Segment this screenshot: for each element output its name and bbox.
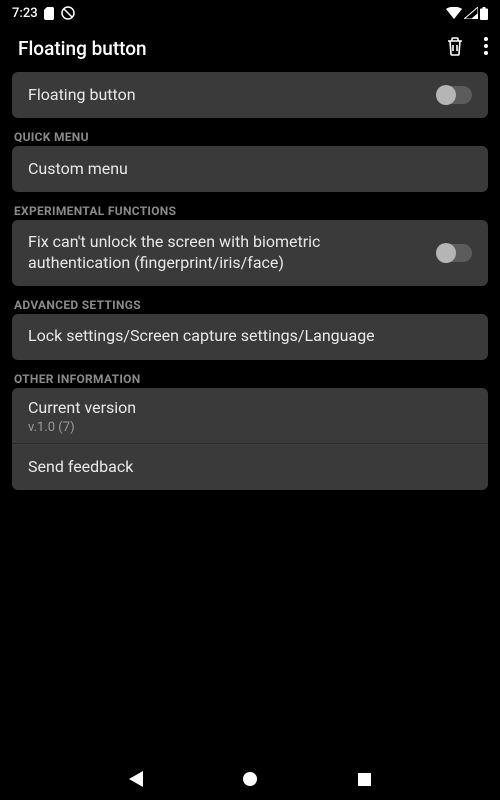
recent-apps-button[interactable] bbox=[352, 767, 376, 791]
biometric-fix-label: Fix can't unlock the screen with biometr… bbox=[28, 232, 426, 274]
do-not-disturb-icon bbox=[61, 6, 75, 20]
status-left: 7:23 bbox=[12, 6, 75, 21]
section-header-quick-menu: QUICK MENU bbox=[12, 124, 488, 146]
status-bar: 7:23 bbox=[0, 0, 500, 24]
biometric-fix-switch[interactable] bbox=[438, 244, 472, 262]
signal-icon bbox=[464, 7, 478, 19]
sd-card-icon bbox=[44, 7, 55, 20]
floating-button-card: Floating button bbox=[12, 72, 488, 118]
other-info-card: Current version v.1.0 (7) Send feedback bbox=[12, 388, 488, 491]
section-header-advanced: ADVANCED SETTINGS bbox=[12, 292, 488, 314]
current-version-value: v.1.0 (7) bbox=[28, 420, 460, 435]
navigation-bar bbox=[0, 758, 500, 800]
floating-button-row[interactable]: Floating button bbox=[12, 72, 488, 118]
app-bar: Floating button bbox=[0, 24, 500, 72]
floating-button-label: Floating button bbox=[28, 85, 426, 106]
send-feedback-label: Send feedback bbox=[28, 457, 460, 478]
wifi-icon bbox=[446, 7, 462, 19]
content: Floating button QUICK MENU Custom menu E… bbox=[0, 72, 500, 490]
more-icon[interactable] bbox=[484, 37, 488, 59]
current-version-label: Current version bbox=[28, 398, 460, 419]
home-button[interactable] bbox=[238, 767, 262, 791]
status-right bbox=[446, 7, 488, 20]
app-bar-actions bbox=[446, 36, 488, 60]
custom-menu-label: Custom menu bbox=[28, 159, 460, 180]
lock-settings-row[interactable]: Lock settings/Screen capture settings/La… bbox=[12, 314, 488, 360]
send-feedback-row[interactable]: Send feedback bbox=[12, 444, 488, 490]
quick-menu-card: Custom menu bbox=[12, 146, 488, 192]
section-header-other-info: OTHER INFORMATION bbox=[12, 366, 488, 388]
section-header-experimental: EXPERIMENTAL FUNCTIONS bbox=[12, 198, 488, 220]
battery-icon bbox=[480, 7, 488, 20]
current-version-row[interactable]: Current version v.1.0 (7) bbox=[12, 388, 488, 444]
delete-icon[interactable] bbox=[446, 36, 464, 60]
advanced-card: Lock settings/Screen capture settings/La… bbox=[12, 314, 488, 360]
floating-button-switch[interactable] bbox=[438, 86, 472, 104]
lock-settings-label: Lock settings/Screen capture settings/La… bbox=[28, 326, 460, 347]
biometric-fix-row[interactable]: Fix can't unlock the screen with biometr… bbox=[12, 220, 488, 286]
back-button[interactable] bbox=[124, 767, 148, 791]
status-time: 7:23 bbox=[12, 6, 38, 21]
page-title: Floating button bbox=[18, 37, 147, 60]
custom-menu-row[interactable]: Custom menu bbox=[12, 146, 488, 192]
experimental-card: Fix can't unlock the screen with biometr… bbox=[12, 220, 488, 286]
